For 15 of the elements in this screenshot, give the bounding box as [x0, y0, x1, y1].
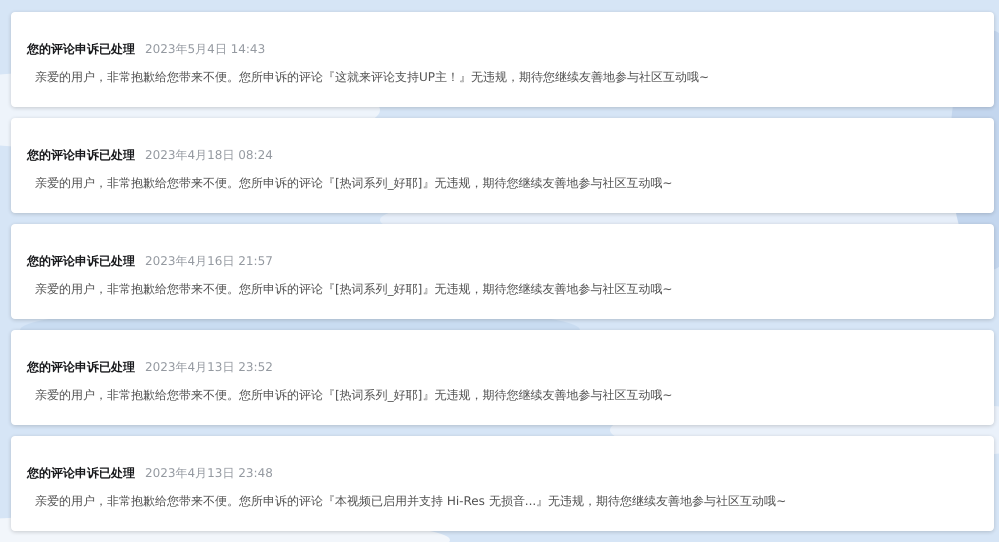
- notification-time: 2023年4月13日 23:48: [145, 465, 273, 482]
- notification-title: 您的评论申诉已处理: [27, 41, 135, 58]
- notification-title: 您的评论申诉已处理: [27, 465, 135, 482]
- notification-time: 2023年4月13日 23:52: [145, 359, 273, 376]
- notification-time: 2023年4月18日 08:24: [145, 147, 273, 164]
- notification-time: 2023年5月4日 14:43: [145, 41, 266, 58]
- notification-title: 您的评论申诉已处理: [27, 253, 135, 270]
- notification-title: 您的评论申诉已处理: [27, 147, 135, 164]
- notification-message: 亲爱的用户，非常抱歉给您带来不便。您所申诉的评论『本视频已启用并支持 Hi-Res 无损音...』无违规，期待您继续友善地参与社区互动哦~: [34, 493, 788, 510]
- notification-message: 亲爱的用户，非常抱歉给您带来不便。您所申诉的评论『[热词系列_好耶]』无违规，期待您继续友善地参与社区互动哦~: [34, 387, 674, 404]
- notification-time: 2023年4月16日 21:57: [145, 253, 273, 270]
- notification-message: 亲爱的用户，非常抱歉给您带来不便。您所申诉的评论『[热词系列_好耶]』无违规，期待您继续友善地参与社区互动哦~: [34, 281, 674, 298]
- notification-message: 亲爱的用户，非常抱歉给您带来不便。您所申诉的评论『[热词系列_好耶]』无违规，期待您继续友善地参与社区互动哦~: [34, 175, 674, 192]
- notification-title: 您的评论申诉已处理: [27, 359, 135, 376]
- notification-message: 亲爱的用户，非常抱歉给您带来不便。您所申诉的评论『这就来评论支持UP主！』无违规，期待您继续友善地参与社区互动哦~: [34, 69, 710, 86]
